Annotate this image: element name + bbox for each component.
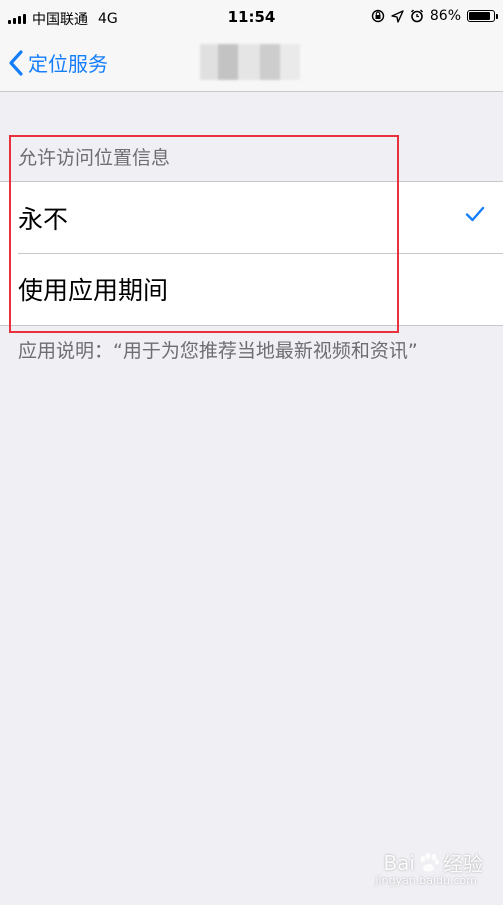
- option-never-label: 永不: [18, 204, 69, 234]
- option-while-using[interactable]: 使用应用期间: [0, 253, 503, 324]
- location-options-group: 永不 使用应用期间: [0, 181, 503, 326]
- orientation-lock-icon: [371, 9, 385, 23]
- usage-description: 应用说明：“用于为您推荐当地最新视频和资讯”: [18, 340, 418, 362]
- status-bar: 中国联通 4G 11:54 86%: [0, 0, 503, 36]
- back-button-label: 定位服务: [28, 52, 108, 76]
- status-right: 86%: [371, 8, 498, 24]
- watermark-text-right: 经验: [443, 852, 483, 876]
- location-arrow-icon: [391, 9, 404, 23]
- baidu-watermark: Bai 经验 jingyan.baidu.com: [375, 848, 483, 888]
- alarm-icon: [410, 9, 423, 23]
- option-while-using-label: 使用应用期间: [18, 275, 169, 305]
- battery-percent: 86%: [429, 8, 461, 24]
- watermark-domain: jingyan.baidu.com: [375, 874, 477, 887]
- battery-icon: [467, 10, 498, 22]
- back-button[interactable]: 定位服务: [8, 48, 108, 77]
- blurred-app-title: [200, 44, 300, 80]
- checkmark-icon: [465, 206, 485, 222]
- chevron-left-icon: [9, 49, 23, 76]
- option-never[interactable]: 永不: [0, 182, 503, 253]
- watermark-text-left: Bai: [383, 850, 415, 875]
- paw-icon: [420, 852, 440, 872]
- navigation-bar: 定位服务: [0, 36, 503, 92]
- section-header: 允许访问位置信息: [18, 147, 171, 169]
